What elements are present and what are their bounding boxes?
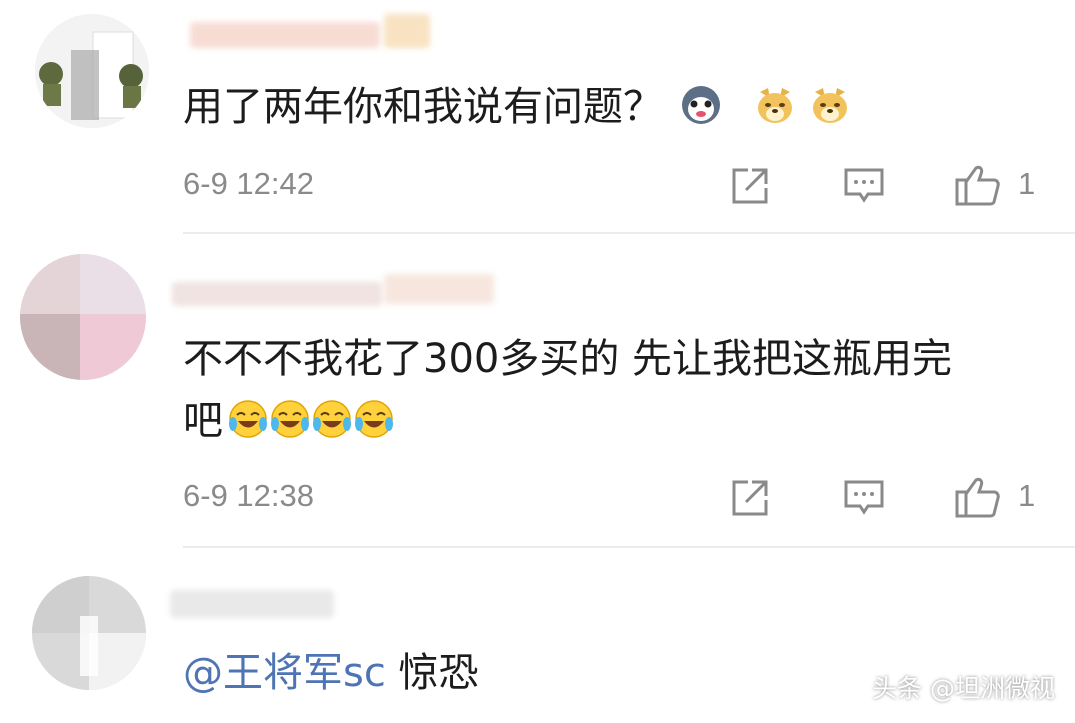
username-blurred[interactable] [170, 590, 334, 618]
comment-text: @王将军sc 惊恐 [183, 642, 479, 704]
share-icon [732, 480, 768, 516]
comment-item-3: @王将军sc 惊恐 头条 @坦洲微视 [0, 548, 1075, 723]
comment-icon [844, 168, 884, 203]
like-button[interactable] [954, 162, 1002, 212]
doge-emoji-icon [809, 82, 851, 144]
laugh-cry-emoji-icon [269, 396, 311, 458]
avatar[interactable] [35, 14, 149, 128]
comment-body-line2: 吧 [183, 398, 223, 444]
thumbs-up-icon [955, 477, 1000, 518]
like-count: 1 [1018, 166, 1036, 201]
comment-text-line2: 吧 [183, 390, 395, 458]
laugh-cry-emoji-icon [353, 396, 395, 458]
laugh-cry-emoji-icon [227, 396, 269, 458]
username-blurred[interactable] [190, 22, 380, 48]
like-button[interactable] [954, 474, 1002, 524]
comment-time: 6-9 12:42 [183, 166, 314, 201]
share-icon [732, 168, 768, 204]
comment-text-line1: 不不不我花了300多买的 先让我把这瓶用完 [183, 336, 953, 382]
username-blurred-2 [384, 274, 494, 304]
username-blurred[interactable] [172, 282, 382, 306]
avatar[interactable] [32, 576, 146, 690]
thumbs-up-icon [955, 165, 1000, 206]
avatar-image-blurred [20, 254, 146, 380]
avatar-image-blurred [32, 576, 146, 690]
share-button[interactable] [728, 476, 772, 524]
comment-time: 6-9 12:38 [183, 478, 314, 513]
watermark: 头条 @坦洲微视 [872, 674, 1055, 703]
comment-text: 用了两年你和我说有问题？ [183, 76, 851, 144]
comment-body: 用了两年你和我说有问题？ [183, 84, 663, 130]
like-count: 1 [1018, 478, 1036, 513]
share-button[interactable] [728, 164, 772, 212]
comment-item-2: 不不不我花了300多买的 先让我把这瓶用完 吧 6-9 12:38 1 [0, 234, 1075, 548]
reply-button[interactable] [842, 476, 886, 524]
husky-emoji-icon [680, 82, 722, 144]
comment-icon [844, 480, 884, 515]
reply-button[interactable] [842, 164, 886, 212]
avatar[interactable] [20, 254, 146, 380]
comment-body: 惊恐 [385, 650, 479, 696]
user-badge-blurred [384, 14, 430, 48]
laugh-cry-emoji-icon [311, 396, 353, 458]
mention-link[interactable]: @王将军sc [183, 650, 386, 696]
doge-emoji-icon [754, 82, 796, 144]
avatar-image [35, 14, 149, 128]
comment-item-1: 用了两年你和我说有问题？ 6-9 12:42 1 [0, 0, 1075, 234]
